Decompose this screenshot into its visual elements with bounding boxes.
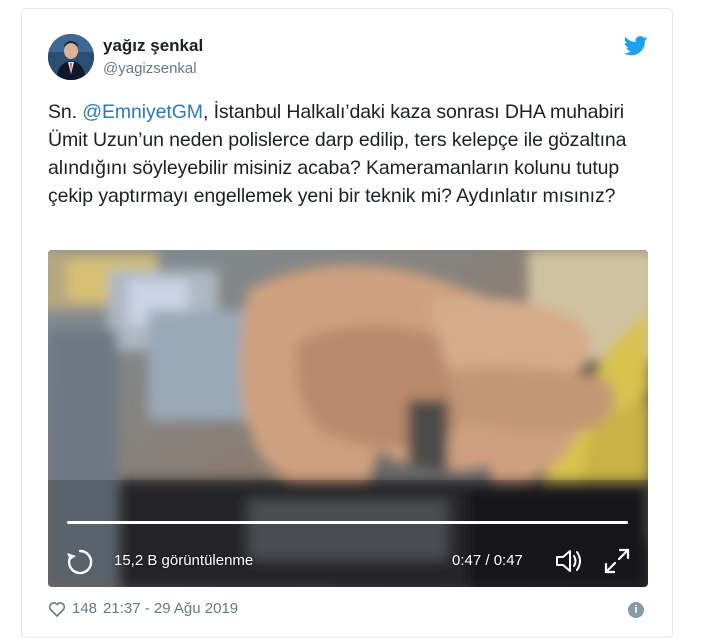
video-frame [48, 250, 648, 587]
mention-link[interactable]: @EmniyetGM [82, 101, 203, 123]
author-name[interactable]: yağız şenkal [103, 36, 203, 56]
like-count[interactable]: 148 [72, 600, 97, 617]
avatar[interactable] [48, 34, 94, 80]
author-handle[interactable]: @yagizsenkal [103, 60, 197, 77]
fullscreen-icon[interactable] [603, 547, 631, 575]
twitter-bird-icon[interactable] [623, 36, 648, 56]
tweet-footer: 148 21:37 - 29 Ağu 2019 [48, 600, 238, 617]
playback-time: 0:47 / 0:47 [452, 552, 523, 569]
tweet-timestamp[interactable]: 21:37 - 29 Ağu 2019 [103, 600, 238, 617]
replay-icon[interactable] [65, 547, 95, 577]
tweet-prefix: Sn. [48, 101, 83, 123]
heart-icon[interactable] [48, 601, 66, 617]
progress-bar[interactable] [67, 521, 628, 524]
video-player[interactable]: 15,2 B görüntülenme 0:47 / 0:47 [48, 250, 648, 587]
volume-icon[interactable] [553, 546, 587, 576]
view-count: 15,2 B görüntülenme [114, 552, 254, 569]
tweet-text: Sn. @EmniyetGM, İstanbul Halkalı’daki ka… [48, 98, 648, 210]
